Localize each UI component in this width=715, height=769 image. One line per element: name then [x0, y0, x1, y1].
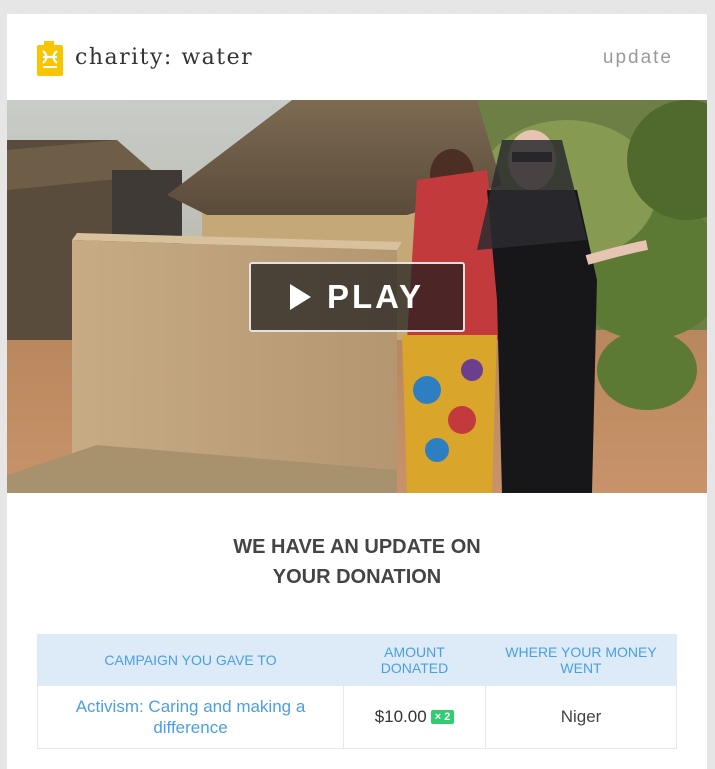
location-cell: Niger [485, 685, 677, 749]
donation-amount: $10.00 [374, 707, 427, 726]
donation-table: CAMPAIGN YOU GAVE TO AMOUNT DONATED WHER… [37, 634, 677, 749]
column-header-campaign: CAMPAIGN YOU GAVE TO [37, 634, 344, 686]
email-card: charity: water update PLAY WE HAVE AN UP… [7, 14, 707, 769]
headline-line-2: YOUR DONATION [272, 566, 442, 588]
play-button[interactable]: PLAY [249, 262, 465, 332]
campaign-link[interactable]: Activism: Caring and making a difference [76, 697, 306, 737]
table-header-row: CAMPAIGN YOU GAVE TO AMOUNT DONATED WHER… [37, 634, 677, 686]
jerry-can-icon [37, 41, 63, 76]
play-icon [290, 284, 311, 310]
play-label: PLAY [327, 278, 424, 315]
amount-cell: $10.00 × 2 [343, 685, 486, 749]
campaign-cell: Activism: Caring and making a difference [37, 685, 344, 749]
video-thumbnail[interactable]: PLAY [7, 100, 707, 493]
email-type-label: update [602, 47, 673, 68]
column-header-amount: AMOUNT DONATED [343, 634, 486, 686]
email-header: charity: water update [7, 14, 707, 100]
brand-name: charity: water [75, 45, 254, 70]
table-row: Activism: Caring and making a difference… [37, 685, 677, 749]
headline-line-1: WE HAVE AN UPDATE ON [233, 536, 481, 558]
donation-location: Niger [560, 707, 602, 726]
update-headline: WE HAVE AN UPDATE ON YOUR DONATION [7, 532, 707, 592]
column-header-location: WHERE YOUR MONEY WENT [485, 634, 677, 686]
match-multiplier-badge: × 2 [430, 710, 455, 724]
